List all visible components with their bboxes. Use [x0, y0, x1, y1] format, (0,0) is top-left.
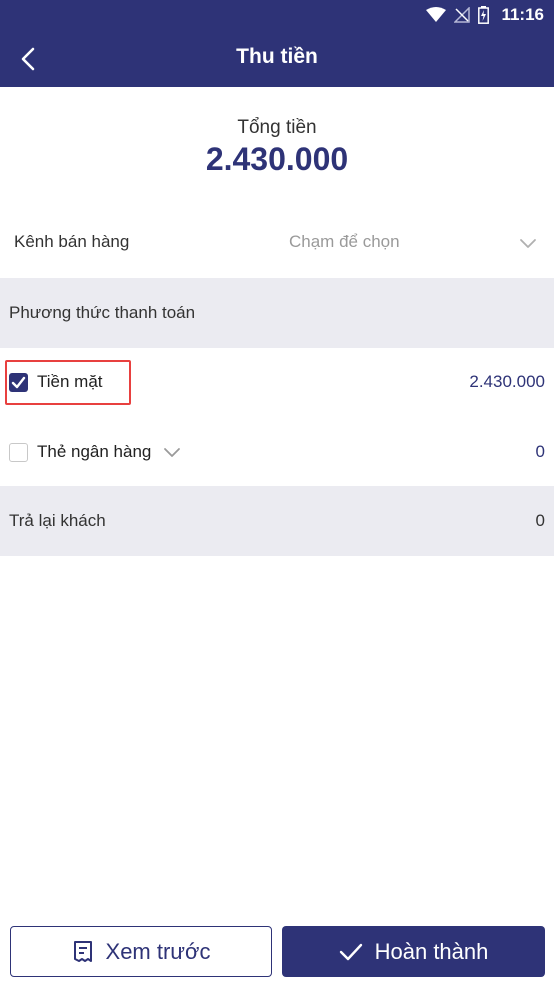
payment-method-bank-card[interactable]: Thẻ ngân hàng 0 [0, 418, 554, 486]
app-header: 11:16 Thu tiền [0, 0, 554, 87]
total-label: Tổng tiền [237, 117, 317, 138]
sales-channel-placeholder: Chạm để chọn [289, 232, 400, 251]
complete-button[interactable]: Hoàn thành [282, 926, 545, 977]
wifi-icon [426, 7, 447, 22]
battery-icon [478, 6, 490, 24]
chevron-down-icon [520, 239, 536, 248]
status-icons: 11:16 [426, 5, 544, 25]
no-signal-icon [454, 7, 471, 23]
page-title: Thu tiền [236, 45, 318, 68]
bank-card-label: Thẻ ngân hàng [37, 442, 152, 461]
cash-amount[interactable]: 2.430.000 [469, 372, 545, 392]
cash-label: Tiền mặt [37, 372, 103, 391]
total-amount: 2.430.000 [205, 141, 349, 177]
title-bar: Thu tiền [0, 36, 554, 82]
checkmark-icon [339, 943, 362, 960]
payment-method-header: Phương thức thanh toán [0, 278, 554, 348]
status-bar: 11:16 [0, 0, 554, 30]
chevron-down-icon[interactable] [163, 446, 181, 458]
payment-method-cash[interactable]: Tiền mặt 2.430.000 [0, 348, 554, 416]
payment-method-title: Phương thức thanh toán [9, 303, 196, 322]
preview-button[interactable]: Xem trước [10, 926, 272, 977]
checkmark-icon [11, 376, 26, 389]
preview-button-label: Xem trước [105, 938, 211, 964]
bank-card-checkbox[interactable] [9, 443, 28, 462]
sales-channel-label: Kênh bán hàng [14, 232, 130, 251]
sales-channel-selector[interactable]: Kênh bán hàng Chạm để chọn [0, 210, 554, 276]
complete-button-label: Hoàn thành [374, 938, 489, 964]
refund-label: Trả lại khách [9, 511, 106, 530]
receipt-icon [73, 940, 92, 962]
refund-value: 0 [535, 511, 545, 530]
refund-row: Trả lại khách 0 [0, 486, 554, 556]
cash-checkbox[interactable] [9, 373, 28, 392]
bank-card-amount[interactable]: 0 [536, 442, 545, 462]
status-time: 11:16 [501, 5, 544, 24]
